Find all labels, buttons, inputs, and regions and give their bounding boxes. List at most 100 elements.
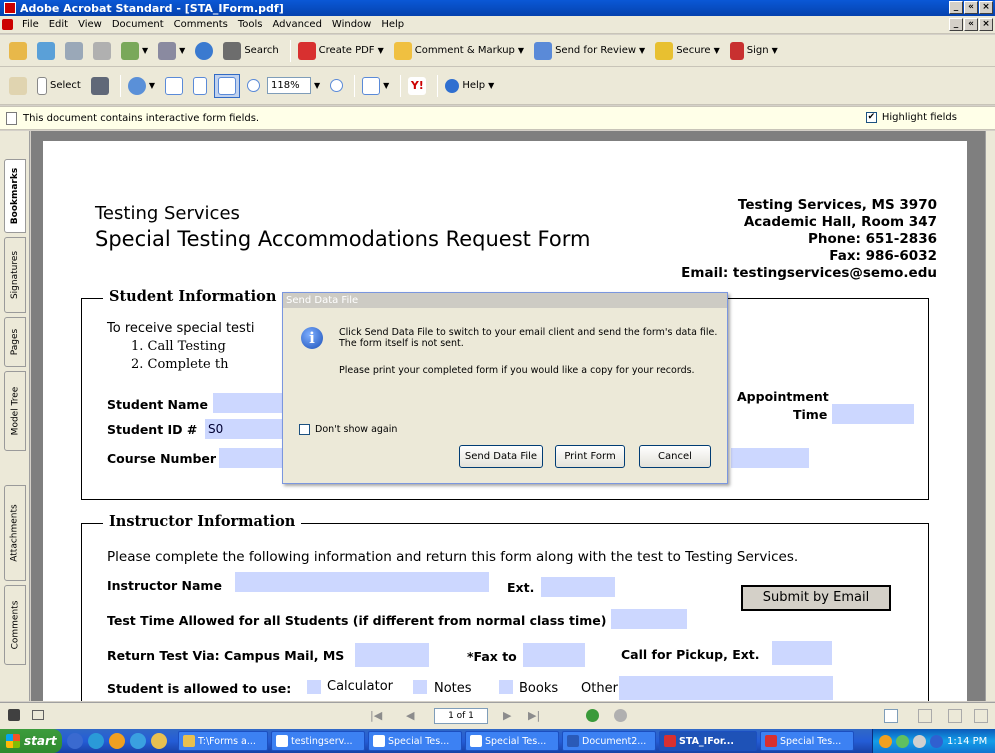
- single-page-icon[interactable]: [884, 709, 898, 723]
- open-button[interactable]: [6, 39, 30, 63]
- page-layout-icon[interactable]: [8, 709, 20, 721]
- tab-comments[interactable]: Comments: [4, 585, 26, 665]
- hide-panel-icon[interactable]: [32, 710, 44, 720]
- save-button[interactable]: [62, 39, 86, 63]
- go-forward-icon[interactable]: [614, 709, 627, 722]
- appointment-date-field[interactable]: [731, 448, 809, 468]
- folder-icon[interactable]: [151, 733, 167, 749]
- zoom-out-button[interactable]: [244, 74, 263, 98]
- quicklaunch-icon[interactable]: [130, 733, 146, 749]
- books-checkbox[interactable]: [499, 680, 513, 694]
- test-time-field[interactable]: [611, 609, 687, 629]
- internet-explorer-icon[interactable]: [88, 733, 104, 749]
- student-id-field[interactable]: S0: [205, 419, 283, 439]
- vertical-scrollbar[interactable]: [985, 131, 995, 701]
- go-back-icon[interactable]: [586, 709, 599, 722]
- yahoo-button[interactable]: Y!: [405, 74, 429, 98]
- notes-checkbox[interactable]: [413, 680, 427, 694]
- send-review-button[interactable]: Send for Review ▼: [531, 39, 648, 63]
- menu-file[interactable]: File: [17, 19, 44, 30]
- menu-edit[interactable]: Edit: [44, 19, 73, 30]
- doc-restore-button[interactable]: «: [964, 18, 978, 31]
- organizer-button[interactable]: [34, 39, 58, 63]
- help-button[interactable]: Help ▼: [442, 74, 497, 98]
- task-browser[interactable]: testingserv...: [271, 731, 365, 751]
- print-form-button[interactable]: Print Form: [555, 445, 625, 468]
- fit-page-button[interactable]: [190, 74, 210, 98]
- search-button[interactable]: Search: [220, 39, 281, 63]
- course-number-field[interactable]: [219, 448, 283, 468]
- zoom-in-tool-button[interactable]: ▼: [125, 74, 158, 98]
- menu-tools[interactable]: Tools: [233, 19, 268, 30]
- quicklaunch-icon[interactable]: [109, 733, 125, 749]
- highlight-fields-checkbox[interactable]: ✔: [865, 112, 877, 123]
- dont-show-again-toggle[interactable]: Don't show again: [299, 424, 397, 435]
- close-button[interactable]: ×: [979, 1, 993, 14]
- secure-button[interactable]: Secure ▼: [652, 39, 723, 63]
- tab-model-tree[interactable]: Model Tree: [4, 371, 26, 451]
- previous-page-icon[interactable]: ◀: [406, 709, 414, 722]
- other-field[interactable]: [619, 676, 833, 700]
- tray-icon[interactable]: [930, 734, 943, 748]
- calculator-checkbox[interactable]: [307, 680, 321, 694]
- minimize-button[interactable]: _: [949, 1, 963, 14]
- dont-show-again-checkbox[interactable]: [299, 424, 310, 435]
- fit-width-button[interactable]: [214, 73, 241, 98]
- quicklaunch-icon[interactable]: [67, 733, 83, 749]
- rotate-button[interactable]: ▼: [359, 74, 392, 98]
- fax-to-field[interactable]: [523, 643, 585, 667]
- tray-icon[interactable]: [896, 734, 909, 748]
- facing-icon[interactable]: [948, 709, 962, 723]
- menu-help[interactable]: Help: [376, 19, 409, 30]
- pickup-ext-field[interactable]: [772, 641, 832, 665]
- instructor-name-field[interactable]: [235, 572, 489, 592]
- page-number-field[interactable]: 1 of 1: [434, 708, 488, 724]
- cancel-button[interactable]: Cancel: [639, 445, 711, 468]
- tab-pages[interactable]: Pages: [4, 317, 26, 367]
- instructor-ext-field[interactable]: [541, 577, 615, 597]
- doc-close-button[interactable]: ×: [979, 18, 993, 31]
- menu-window[interactable]: Window: [327, 19, 376, 30]
- task-acrobat-active[interactable]: STA_IFor...: [659, 731, 757, 751]
- tray-icon[interactable]: [879, 734, 892, 748]
- doc-minimize-button[interactable]: _: [949, 18, 963, 31]
- continuous-icon[interactable]: [918, 709, 932, 723]
- create-pdf-button[interactable]: Create PDF ▼: [295, 39, 387, 63]
- comment-markup-button[interactable]: Comment & Markup ▼: [391, 39, 527, 63]
- email-line[interactable]: Email: testingservices@semo.edu: [681, 265, 937, 282]
- zoom-level-input[interactable]: 118%: [267, 77, 312, 94]
- task-special-2[interactable]: Special Tes...: [465, 731, 559, 751]
- zoom-in-button[interactable]: [327, 74, 346, 98]
- zoom-dropdown[interactable]: ▼: [311, 74, 323, 98]
- tray-icon[interactable]: [913, 734, 926, 748]
- email-button[interactable]: ▼: [118, 39, 151, 63]
- tab-bookmarks[interactable]: Bookmarks: [4, 159, 26, 233]
- submit-by-email-button[interactable]: Submit by Email: [741, 585, 891, 611]
- continuous-facing-icon[interactable]: [974, 709, 988, 723]
- highlight-fields-toggle[interactable]: ✔ Highlight fields: [865, 112, 957, 123]
- student-name-field[interactable]: [213, 393, 283, 413]
- restore-button[interactable]: «: [964, 1, 978, 14]
- select-tool-button[interactable]: Select: [34, 74, 84, 98]
- attach-button[interactable]: ▼: [155, 39, 188, 63]
- tab-attachments[interactable]: Attachments: [4, 485, 26, 581]
- task-explorer[interactable]: T:\Forms a...: [178, 731, 268, 751]
- tab-signatures[interactable]: Signatures: [4, 237, 26, 313]
- menu-view[interactable]: View: [73, 19, 107, 30]
- last-page-icon[interactable]: ▶|: [528, 709, 540, 722]
- browser-button[interactable]: [192, 39, 216, 63]
- print-button[interactable]: [90, 39, 114, 63]
- menu-advanced[interactable]: Advanced: [268, 19, 327, 30]
- actual-size-button[interactable]: [162, 74, 186, 98]
- sign-button[interactable]: Sign ▼: [727, 39, 781, 63]
- hand-tool-button[interactable]: [6, 74, 30, 98]
- send-data-file-button[interactable]: Send Data File: [459, 445, 543, 468]
- task-special-3[interactable]: Special Tes...: [760, 731, 854, 751]
- menu-document[interactable]: Document: [107, 19, 169, 30]
- task-document[interactable]: Document2...: [562, 731, 656, 751]
- first-page-icon[interactable]: |◀: [370, 709, 382, 722]
- snapshot-button[interactable]: [88, 74, 112, 98]
- start-button[interactable]: start: [0, 729, 62, 753]
- appointment-time-field[interactable]: [832, 404, 914, 424]
- campus-mail-field[interactable]: [355, 643, 429, 667]
